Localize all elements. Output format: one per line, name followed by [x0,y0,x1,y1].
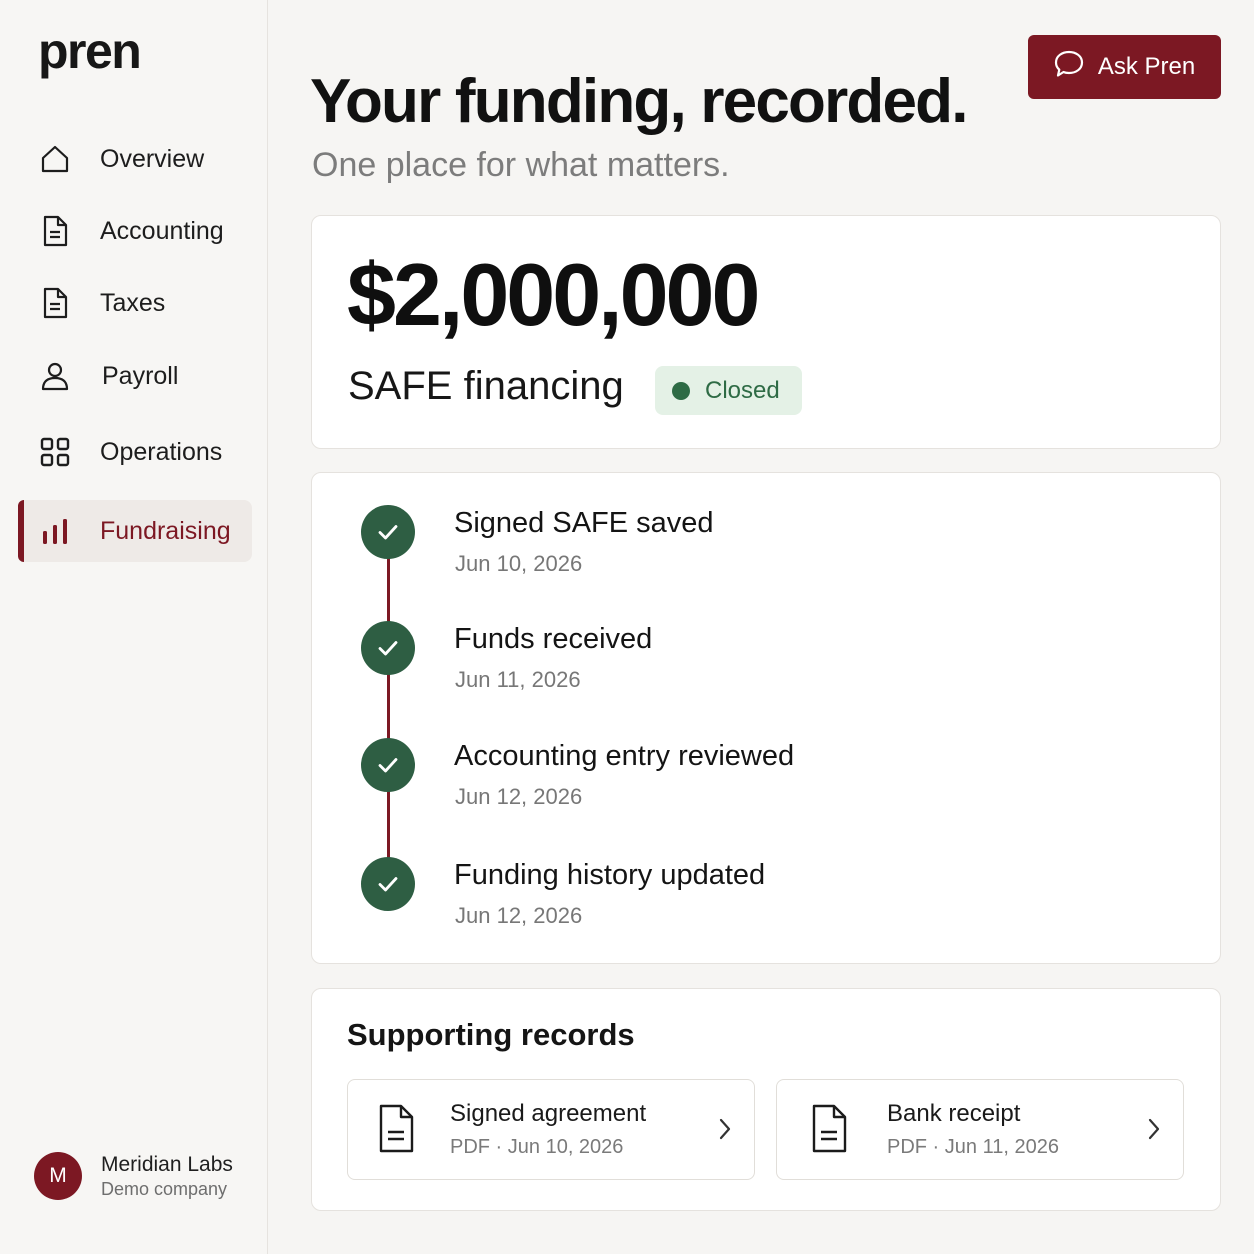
timeline-step-title: Funding history updated [454,859,766,891]
timeline-step-date: Jun 12, 2026 [455,784,583,809]
home-icon [38,142,72,176]
timeline-step-date: Jun 10, 2026 [455,551,583,576]
app-logo[interactable]: pren [38,22,142,80]
sidebar: pren Overview Accounting Taxes Payroll O… [0,0,268,1254]
sidebar-item-overview[interactable]: Overview [18,128,252,190]
timeline-step-title: Signed SAFE saved [454,507,714,539]
person-icon [38,359,72,393]
sidebar-item-label: Accounting [100,216,224,245]
status-label: Closed [705,376,780,404]
bar-chart-icon [38,514,72,548]
page-title: Your funding, recorded. [310,67,968,136]
timeline-step-date: Jun 12, 2026 [455,903,583,928]
ask-pren-label: Ask Pren [1097,53,1196,80]
sidebar-item-operations[interactable]: Operations [18,421,252,483]
timeline-step: Funding history updated Jun 12, 2026 [361,857,1061,937]
chat-bubble-icon [1054,50,1084,85]
funding-timeline-card: Signed SAFE saved Jun 10, 2026 Funds rec… [311,472,1221,964]
document-icon [38,286,72,320]
supporting-records-card: Supporting records Signed agreement PDF … [311,988,1221,1211]
status-badge: Closed [655,366,802,415]
sidebar-item-accounting[interactable]: Accounting [18,200,252,262]
check-icon [361,621,415,675]
section-title: Supporting records [347,1017,635,1052]
status-dot-icon [672,381,690,400]
sidebar-item-fundraising[interactable]: Fundraising [18,500,252,562]
company-name: Meridian Labs [101,1153,233,1176]
funding-amount: $2,000,000 [347,245,760,344]
chevron-right-icon [718,1116,732,1147]
sidebar-item-label: Payroll [102,361,179,390]
timeline-step: Accounting entry reviewed Jun 12, 2026 [361,738,1061,818]
record-meta: PDF · Jun 11, 2026 [887,1136,1059,1158]
sidebar-item-label: Operations [100,437,223,466]
timeline-step-title: Funds received [454,623,653,655]
grid-icon [38,435,72,469]
sidebar-item-label: Overview [100,144,205,173]
timeline-step: Signed SAFE saved Jun 10, 2026 [361,505,1061,585]
sidebar-item-label: Taxes [100,288,166,317]
record-signed-agreement[interactable]: Signed agreement PDF · Jun 10, 2026 [347,1079,755,1180]
document-icon [38,214,72,248]
account-info: Meridian Labs Demo company [101,1152,233,1200]
sidebar-item-label: Fundraising [100,516,231,545]
ask-pren-button[interactable]: Ask Pren [1028,35,1221,99]
chevron-right-icon [1147,1116,1161,1147]
check-icon [361,857,415,911]
page-subtitle: One place for what matters. [312,146,730,184]
timeline-step-date: Jun 11, 2026 [455,667,581,692]
financing-type: SAFE financing [348,364,624,408]
document-icon [377,1104,415,1159]
timeline-step-title: Accounting entry reviewed [454,740,795,772]
company-subtitle: Demo company [101,1179,228,1199]
document-icon [810,1104,848,1159]
record-bank-receipt[interactable]: Bank receipt PDF · Jun 11, 2026 [776,1079,1184,1180]
record-meta: PDF · Jun 10, 2026 [450,1136,624,1158]
check-icon [361,505,415,559]
funding-summary-card: $2,000,000 SAFE financing Closed [311,215,1221,449]
record-name: Bank receipt [887,1100,1021,1127]
check-icon [361,738,415,792]
sidebar-item-payroll[interactable]: Payroll [18,345,252,407]
account-switcher[interactable]: M Meridian Labs Demo company [34,1152,233,1200]
avatar: M [34,1152,82,1200]
record-name: Signed agreement [450,1100,647,1127]
sidebar-item-taxes[interactable]: Taxes [18,272,252,334]
timeline-step: Funds received Jun 11, 2026 [361,621,1061,701]
